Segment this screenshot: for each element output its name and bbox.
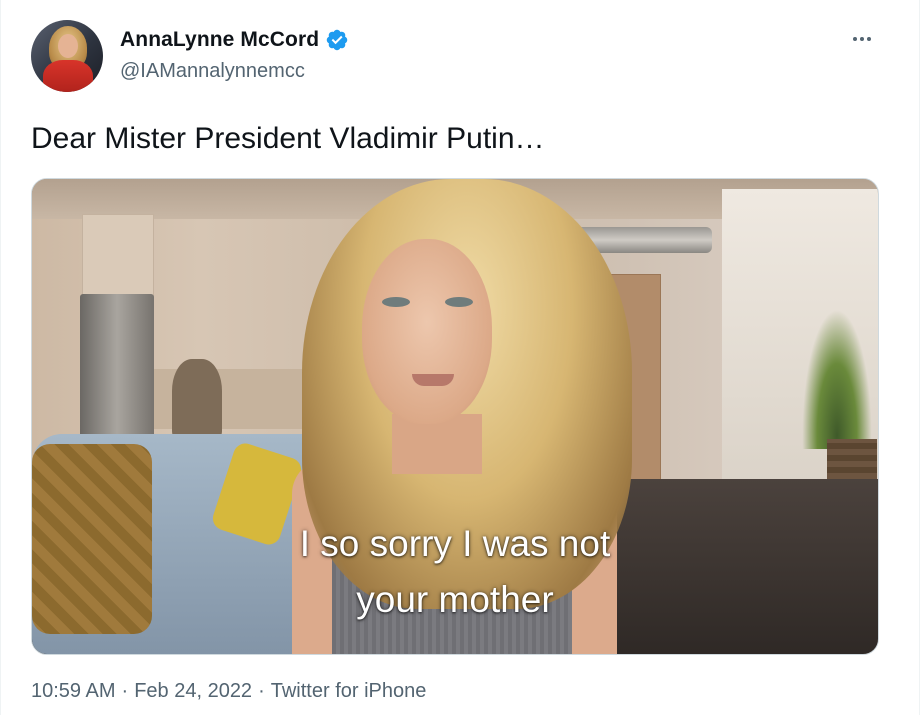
tweet-meta: 10:59 AM · Feb 24, 2022 · Twitter for iP… (31, 680, 426, 703)
avatar-body-shape (43, 60, 93, 92)
meta-separator: · (258, 680, 265, 702)
tweet-date[interactable]: Feb 24, 2022 (134, 680, 252, 703)
video-caption-line-1: I so sorry I was not (299, 523, 611, 564)
author-display-name[interactable]: AnnaLynne McCord (120, 28, 319, 52)
author-handle[interactable]: @IAMannalynnemcc (120, 60, 305, 83)
tweet-card: AnnaLynne McCord @IAMannalynnemcc Dear M… (0, 0, 920, 715)
more-options-icon[interactable] (847, 24, 877, 54)
video-caption-line-2: your mother (356, 579, 554, 620)
tweet-time[interactable]: 10:59 AM (31, 680, 116, 703)
tweet-source[interactable]: Twitter for iPhone (271, 680, 427, 703)
author-name-row[interactable]: AnnaLynne McCord (120, 28, 349, 52)
avatar-face-shape (58, 34, 78, 58)
tweet-video[interactable]: I so sorry I was not your mother (31, 178, 879, 655)
verified-badge-icon (325, 28, 349, 52)
meta-separator: · (121, 680, 129, 702)
author-avatar[interactable] (31, 20, 103, 92)
tweet-text: Dear Mister President Vladimir Putin… (31, 122, 545, 155)
